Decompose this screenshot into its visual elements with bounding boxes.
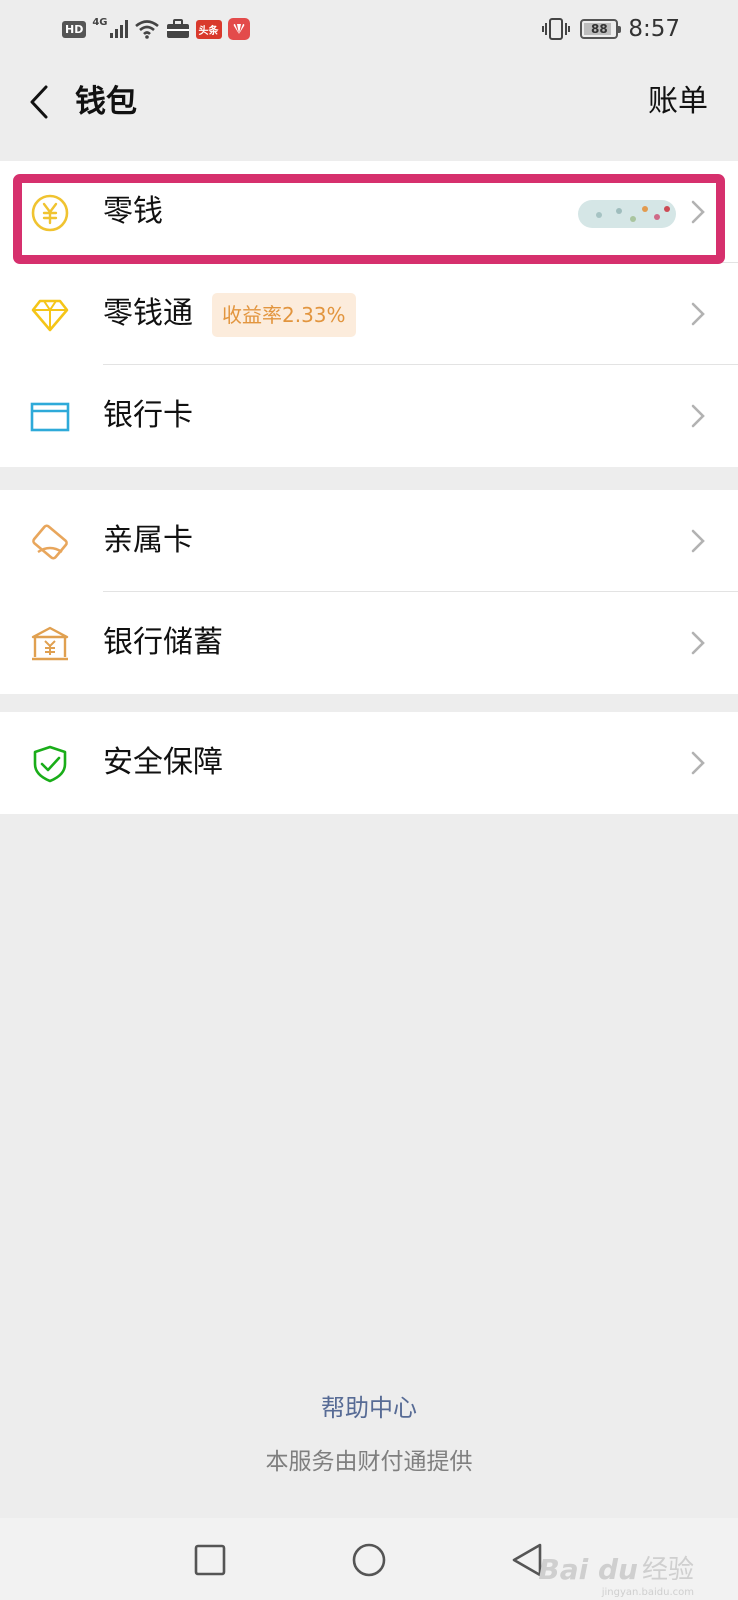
- recents-button[interactable]: [188, 1538, 232, 1582]
- row-bank-card[interactable]: 银行卡: [0, 365, 738, 467]
- row-lingqiantong[interactable]: 零钱通 收益率2.33%: [0, 263, 738, 365]
- chevron-left-icon: [30, 85, 48, 119]
- row-change[interactable]: 零钱: [0, 161, 738, 263]
- home-button[interactable]: [347, 1538, 391, 1582]
- provider-text: 本服务由财付通提供: [265, 1449, 473, 1475]
- circle-icon: [352, 1543, 386, 1577]
- back-button[interactable]: [22, 80, 56, 124]
- balance-obscured: [578, 200, 676, 228]
- wallet-group-security: 安全保障: [0, 712, 738, 814]
- watermark: Bai du 经验 jingyan.baidu.com: [538, 1549, 694, 1598]
- battery-icon: 88: [580, 19, 622, 39]
- wallet-group-secondary: 亲属卡 银行储蓄: [0, 490, 738, 694]
- chevron-right-icon: [691, 302, 705, 326]
- vibrate-icon: [542, 18, 571, 40]
- wifi-icon: [134, 20, 159, 39]
- toutiao-app-icon: 头条: [195, 19, 222, 39]
- row-family-card[interactable]: 亲属卡: [0, 490, 738, 592]
- network-type-label: 4G: [92, 16, 108, 28]
- watermark-text: 经验: [641, 1555, 694, 1585]
- square-icon: [194, 1544, 226, 1576]
- chevron-right-icon: [691, 529, 705, 553]
- row-label: 银行储蓄: [103, 625, 223, 660]
- system-nav-bar: Bai du 经验 jingyan.baidu.com: [0, 1518, 738, 1600]
- battery-level: 88: [590, 22, 608, 36]
- row-label: 零钱通: [103, 296, 193, 331]
- bill-button[interactable]: 账单: [648, 58, 708, 146]
- clock: 8:57: [628, 16, 680, 42]
- family-card-icon: [30, 522, 70, 562]
- navigation-bar: 钱包 账单: [0, 58, 738, 154]
- page-title: 钱包: [75, 84, 137, 120]
- chevron-right-icon: [691, 404, 705, 428]
- yield-badge: 收益率2.33%: [212, 293, 356, 337]
- row-label: 银行卡: [103, 398, 193, 433]
- help-center-link[interactable]: 帮助中心: [0, 1388, 738, 1423]
- watermark-logo: Bai du: [538, 1553, 638, 1586]
- card-icon: [30, 397, 70, 437]
- yuan-coin-icon: [30, 193, 70, 233]
- status-bar: HD 4G 头条 88 8:57: [0, 0, 738, 58]
- signal-icon: [109, 20, 128, 38]
- chevron-right-icon: [691, 200, 705, 224]
- row-label: 零钱: [103, 194, 163, 229]
- briefcase-icon: [166, 19, 189, 38]
- shield-check-icon: [30, 744, 70, 784]
- huawei-app-icon: [227, 18, 250, 40]
- hd-icon: HD: [62, 20, 87, 38]
- status-left: HD 4G 头条: [62, 16, 250, 42]
- status-right: 88 8:57: [542, 14, 680, 44]
- diamond-icon: [30, 295, 70, 335]
- chevron-right-icon: [691, 751, 705, 775]
- bank-savings-icon: [30, 624, 70, 664]
- row-label: 亲属卡: [103, 523, 193, 558]
- wallet-group-primary: 零钱 零钱通 收益率2.33% 银行卡: [0, 161, 738, 467]
- watermark-url: jingyan.baidu.com: [601, 1587, 694, 1598]
- chevron-right-icon: [691, 631, 705, 655]
- row-bank-savings[interactable]: 银行储蓄: [0, 592, 738, 694]
- row-security[interactable]: 安全保障: [0, 712, 738, 814]
- row-label: 安全保障: [103, 745, 223, 780]
